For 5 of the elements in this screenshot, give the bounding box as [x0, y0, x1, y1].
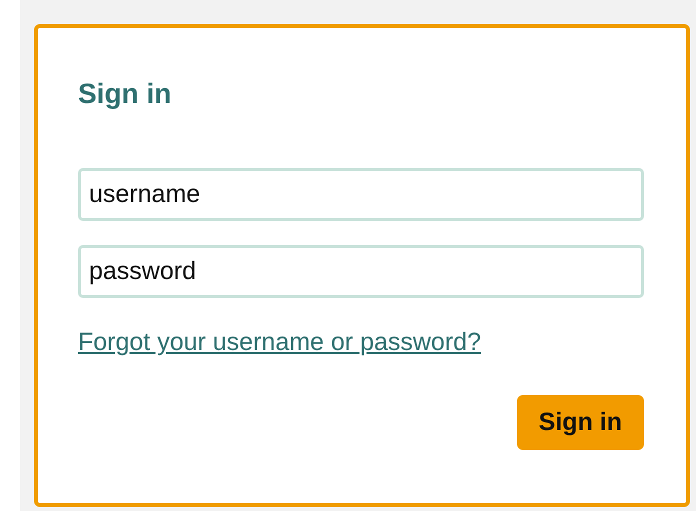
forgot-link[interactable]: Forgot your username or password?: [78, 328, 481, 357]
sign-in-button[interactable]: Sign in: [516, 395, 644, 450]
form-title: Sign in: [78, 78, 172, 110]
username-field[interactable]: username: [78, 168, 644, 221]
password-field[interactable]: password: [78, 245, 644, 298]
